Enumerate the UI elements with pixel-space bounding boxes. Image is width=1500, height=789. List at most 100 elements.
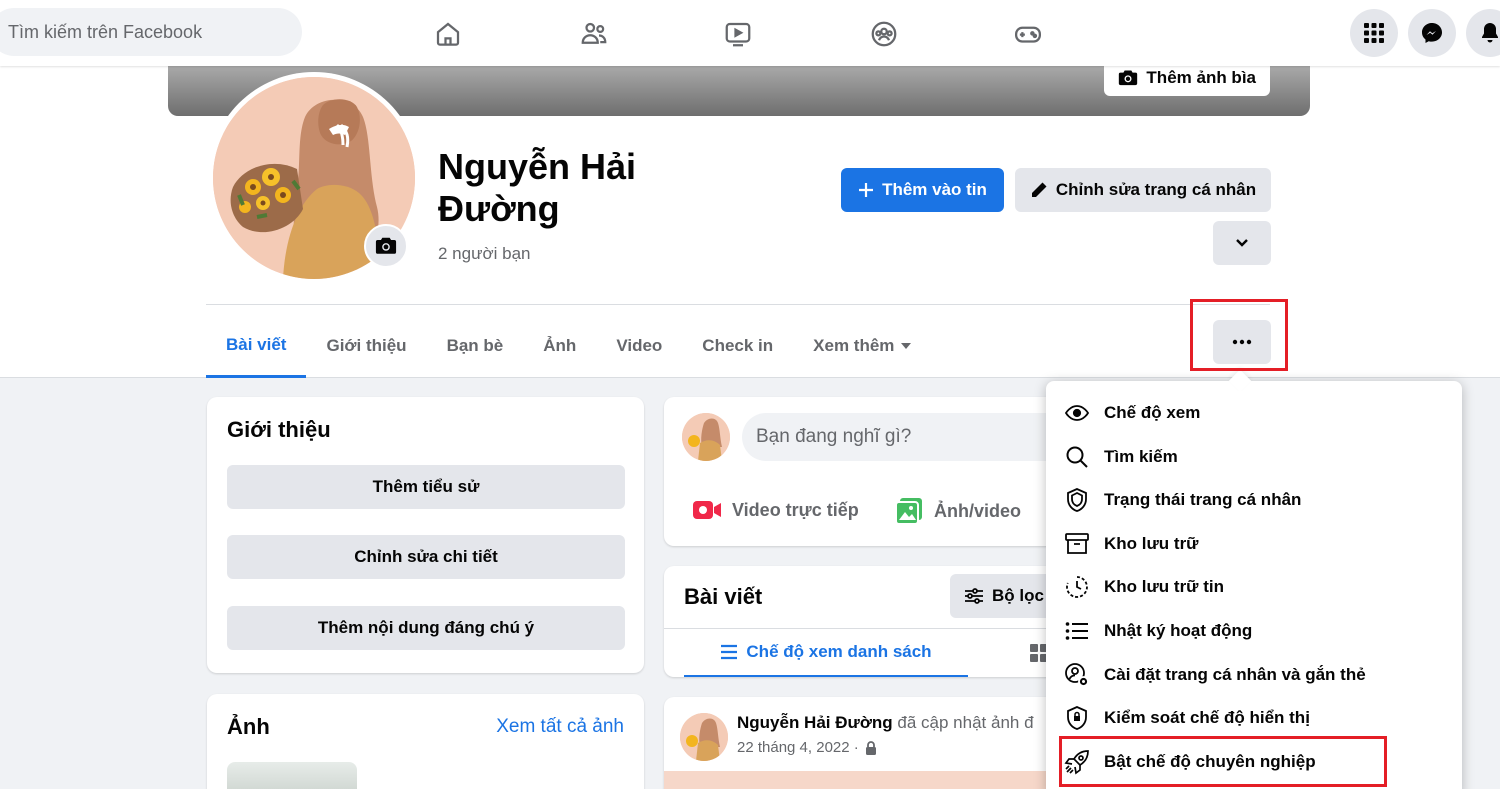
menu-item-label: Kho lưu trữ tin [1104, 577, 1224, 596]
filter-button[interactable]: Bộ lọc [950, 574, 1058, 618]
menu-item-label: Nhật ký hoạt động [1104, 621, 1253, 640]
menu-item-archive[interactable]: Kho lưu trữ [1058, 524, 1450, 564]
eye-icon [1064, 400, 1090, 426]
menu-item-profile-settings[interactable]: Cài đặt trang cá nhân và gắn thẻ [1058, 655, 1450, 695]
gaming-icon[interactable] [1008, 14, 1048, 54]
groups-icon[interactable] [864, 14, 904, 54]
post-header: Nguyễn Hải Đường đã cập nhật ảnh đ [737, 713, 1034, 733]
posts-card: Bài viết Bộ lọc Chế độ xem danh sách [664, 566, 1094, 677]
friends-count[interactable]: 2 người bạn [438, 244, 530, 264]
update-avatar-camera-icon[interactable] [364, 224, 408, 268]
menu-item-visibility-control[interactable]: Kiểm soát chế độ hiển thị [1058, 698, 1450, 738]
rocket-icon [1064, 749, 1090, 775]
tab-posts[interactable]: Bài viết [206, 314, 307, 378]
see-all-photos-link[interactable]: Xem tất cả ảnh [496, 716, 624, 738]
menu-item-profile-status[interactable]: Trạng thái trang cá nhân [1058, 480, 1450, 520]
menu-item-label: Kho lưu trữ [1104, 534, 1199, 553]
photos-title: Ảnh [227, 714, 270, 739]
intro-title: Giới thiệu [227, 417, 331, 442]
friends-icon[interactable] [574, 14, 614, 54]
menu-grid-icon[interactable] [1350, 9, 1398, 57]
intro-card: Giới thiệu Thêm tiểu sử Chỉnh sửa chi ti… [207, 397, 644, 673]
menu-item-professional-mode[interactable]: Bật chế độ chuyên nghiệp [1058, 742, 1450, 782]
post-author[interactable]: Nguyễn Hải Đường [737, 713, 893, 732]
add-featured-button[interactable]: Thêm nội dung đáng chú ý [227, 606, 625, 650]
photo-video-label: Ảnh/video [934, 500, 1022, 521]
shield-icon [1064, 487, 1090, 513]
profile-name: Nguyễn Hải Đường [438, 146, 637, 229]
watch-icon[interactable] [718, 14, 758, 54]
menu-item-activity-log[interactable]: Nhật ký hoạt động [1058, 611, 1450, 651]
post-card: Nguyễn Hải Đường đã cập nhật ảnh đ 22 th… [664, 697, 1094, 789]
tab-friends[interactable]: Bạn bè [427, 314, 524, 378]
menu-item-label: Cài đặt trang cá nhân và gắn thẻ [1104, 665, 1366, 684]
search-input[interactable] [8, 21, 288, 43]
tab-more[interactable]: Xem thêm [793, 314, 932, 378]
composer-input[interactable]: Bạn đang nghĩ gì? [742, 413, 1082, 461]
archive-icon [1064, 531, 1090, 557]
chevron-down-icon [1236, 239, 1248, 247]
post-author-avatar[interactable] [680, 713, 728, 761]
live-video-icon [693, 501, 721, 519]
bell-icon[interactable] [1466, 9, 1500, 57]
home-icon[interactable] [428, 14, 468, 54]
post-action: đã cập nhật ảnh đ [897, 713, 1034, 732]
lock-icon [865, 740, 876, 755]
photo-video-button[interactable]: Ảnh/video [894, 497, 1021, 525]
post-image[interactable] [664, 771, 1094, 789]
edit-profile-label: Chỉnh sửa trang cá nhân [1055, 180, 1257, 199]
add-to-story-label: Thêm vào tin [882, 180, 987, 199]
photo-video-icon [895, 498, 922, 525]
filter-icon [965, 588, 983, 604]
composer-card: Bạn đang nghĩ gì? Video trực tiếp Ảnh/vi… [664, 397, 1094, 546]
filter-label: Bộ lọc [992, 586, 1044, 605]
profile-picture[interactable] [208, 72, 420, 284]
menu-item-story-archive[interactable]: Kho lưu trữ tin [1058, 567, 1450, 607]
menu-item-label: Tìm kiếm [1104, 447, 1178, 466]
plus-icon [859, 183, 874, 197]
edit-profile-button[interactable]: Chỉnh sửa trang cá nhân [1015, 168, 1271, 212]
menu-item-search[interactable]: Tìm kiếm [1058, 437, 1450, 477]
menu-item-label: Chế độ xem [1104, 403, 1201, 422]
caret-down-icon [901, 343, 912, 349]
profile-options-menu: Chế độ xem Tìm kiếm Trạng thái trang cá … [1046, 381, 1462, 789]
add-cover-photo-label: Thêm ảnh bìa [1146, 68, 1256, 87]
messenger-icon[interactable] [1408, 9, 1456, 57]
add-to-story-button[interactable]: Thêm vào tin [841, 168, 1004, 212]
list-view-label: Chế độ xem danh sách [746, 641, 932, 661]
posts-title: Bài viết [684, 584, 763, 609]
tab-photos[interactable]: Ảnh [523, 314, 596, 378]
header-divider [206, 304, 1270, 305]
live-video-label: Video trực tiếp [732, 499, 859, 520]
search-box[interactable] [0, 8, 302, 56]
profile-header: Thêm ảnh bìa Nguyễn Hải Đường 2 người bạ… [0, 60, 1500, 378]
expand-button[interactable] [1213, 221, 1271, 265]
tab-video[interactable]: Video [596, 314, 682, 378]
post-meta: 22 tháng 4, 2022 · [737, 739, 877, 756]
photos-card: Ảnh Xem tất cả ảnh [207, 694, 644, 789]
tab-check-in[interactable]: Check in [682, 314, 793, 378]
story-archive-icon [1064, 574, 1090, 600]
list-icon [721, 644, 738, 659]
profile-settings-icon [1064, 662, 1090, 688]
pencil-icon [1031, 182, 1047, 197]
post-date[interactable]: 22 tháng 4, 2022 · [737, 739, 859, 756]
menu-item-label: Trạng thái trang cá nhân [1104, 490, 1302, 509]
list-view-tab[interactable]: Chế độ xem danh sách [684, 628, 968, 677]
menu-item-label: Bật chế độ chuyên nghiệp [1104, 752, 1316, 771]
edit-details-button[interactable]: Chỉnh sửa chi tiết [227, 535, 625, 579]
add-bio-button[interactable]: Thêm tiểu sử [227, 465, 625, 509]
profile-tabs: Bài viết Giới thiệu Bạn bè Ảnh Video Che… [206, 314, 932, 378]
camera-icon [1119, 70, 1138, 86]
tab-about[interactable]: Giới thiệu [306, 314, 426, 378]
lock-shield-icon [1064, 705, 1090, 731]
ellipsis-icon [1232, 339, 1252, 345]
activity-log-icon [1064, 618, 1090, 644]
composer-avatar [682, 413, 730, 461]
more-options-button[interactable] [1213, 320, 1271, 364]
top-navigation-bar [0, 0, 1500, 66]
live-video-button[interactable]: Video trực tiếp [692, 499, 859, 521]
tab-more-label: Xem thêm [813, 336, 895, 355]
photo-thumbnail[interactable] [227, 762, 357, 789]
menu-item-view-as[interactable]: Chế độ xem [1058, 393, 1450, 433]
